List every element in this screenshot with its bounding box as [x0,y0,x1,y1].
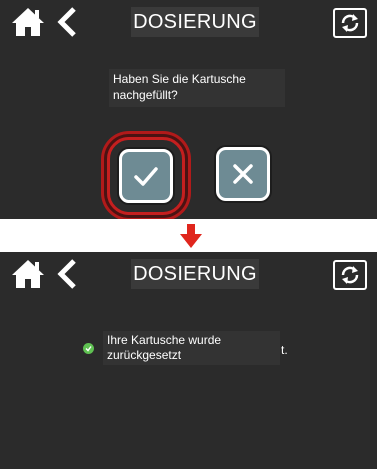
page-title: DOSIERUNG [131,259,259,289]
confirm-button[interactable] [119,149,173,203]
back-chevron-icon[interactable] [56,6,78,38]
dialog-message: Haben Sie die Kartusche nachgefüllt? [109,69,285,107]
notification-message: Ihre Kartusche wurde zurückgesetzt [103,331,280,365]
top-bar: DOSIERUNG [0,0,377,46]
top-bar: DOSIERUNG [0,252,377,298]
refresh-icon[interactable] [333,260,367,290]
screen-confirm-refill: DOSIERUNG Haben Sie die Kartusche nachge… [0,0,377,219]
home-icon[interactable] [10,6,46,38]
checkmark-icon [134,167,158,186]
cancel-button[interactable] [216,147,270,201]
x-icon [233,164,253,184]
notification-trailing-text: t. [281,343,288,357]
home-icon[interactable] [10,258,46,290]
back-chevron-icon[interactable] [56,258,78,290]
refresh-icon[interactable] [333,8,367,38]
down-arrow-icon [179,223,203,249]
page-title: DOSIERUNG [131,7,259,37]
success-check-icon [83,343,94,354]
